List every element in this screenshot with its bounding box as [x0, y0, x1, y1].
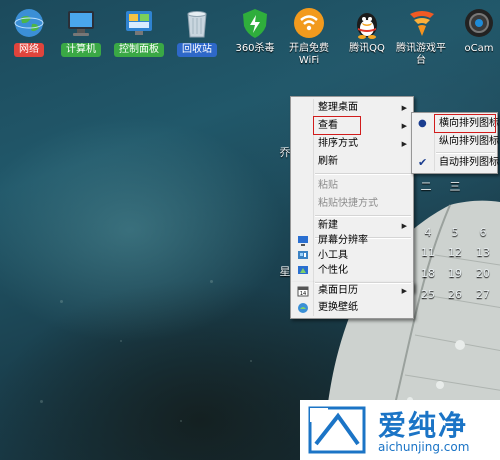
submenu-arrow-icon: ▶: [401, 104, 407, 112]
desktop-icon-label: 360杀毒: [235, 43, 275, 54]
desktop-icon-label: 网络: [14, 43, 44, 57]
desktop-icon-label: 腾讯QQ: [349, 43, 385, 54]
personalize-icon: [298, 266, 308, 274]
desktop-icon-label: 回收站: [177, 43, 217, 57]
svg-text:14: 14: [300, 291, 306, 297]
ocam-icon: [462, 6, 496, 40]
wallpaper-icon: [298, 303, 308, 313]
view-submenu: ● 横向排列图标 纵向排列图标 ✔ 自动排列图标: [411, 112, 499, 174]
wifi-icon: [292, 6, 326, 40]
calendar-date: 20: [476, 267, 490, 280]
desktop-icon-recycle-bin[interactable]: 回收站: [168, 6, 226, 57]
recycle-bin-icon: [180, 6, 214, 40]
checkmark-icon: ✔: [418, 156, 428, 169]
desktop-icon-games[interactable]: 腾讯游戏平台: [392, 6, 450, 67]
watermark-logo-icon: [308, 406, 366, 454]
desktop-icon-360[interactable]: 360杀毒: [226, 6, 284, 55]
calendar-date: 6: [479, 226, 487, 239]
submenu-item-auto-arrange[interactable]: ✔ 自动排列图标: [412, 154, 499, 172]
menu-item-paste-shortcut[interactable]: 粘贴快捷方式: [291, 195, 413, 213]
network-globe-icon: [12, 6, 46, 40]
submenu-arrow-icon: ▶: [401, 122, 407, 130]
desktop-icon-label: 计算机: [61, 43, 101, 57]
menu-item-change-wallpaper[interactable]: 更换壁纸: [291, 300, 413, 316]
menu-separator: [315, 173, 411, 175]
display-icon: [298, 236, 308, 246]
desktop-background[interactable]: 乔 二 三 星 4 5 6 11 12 13 18 19 20 25 26 27…: [0, 0, 500, 460]
desktop-icon-label: oCam: [464, 43, 494, 54]
calendar-date: 4: [424, 226, 432, 239]
desktop-icon-label: 控制面板: [114, 43, 164, 57]
desktop-context-menu-lower: 14 桌面日历 ▶ 更换壁纸: [290, 282, 414, 319]
calendar-date: 25: [421, 288, 435, 301]
desktop-icon-ocam[interactable]: oCam: [450, 6, 500, 55]
calendar-date: 12: [448, 246, 462, 259]
tencent-games-icon: [404, 6, 438, 40]
desktop-icon-qq[interactable]: 腾讯QQ: [338, 6, 396, 55]
calendar-date: 26: [448, 288, 462, 301]
horizontal-highlight-box: [434, 114, 496, 133]
radio-bullet-icon: ●: [418, 118, 427, 129]
calendar-date: 27: [476, 288, 490, 301]
menu-item-personalize[interactable]: 个性化: [291, 263, 413, 279]
desktop-icon-computer[interactable]: 计算机: [52, 6, 110, 57]
gadgets-icon: [298, 251, 308, 259]
qq-penguin-icon: [350, 6, 384, 40]
menu-item-sort-by[interactable]: 排序方式 ▶: [291, 135, 413, 153]
menu-item-arrange-desktop[interactable]: 整理桌面 ▶: [291, 99, 413, 117]
calendar-date: 13: [476, 246, 490, 259]
shield-360-icon: [238, 6, 272, 40]
submenu-arrow-icon: ▶: [401, 140, 407, 148]
submenu-arrow-icon: ▶: [401, 287, 407, 295]
calendar-day-label: 三: [449, 180, 461, 193]
desktop-icon-label: 腾讯游戏平台: [396, 43, 446, 66]
watermark-brand: 爱纯净: [378, 409, 469, 442]
watermark: 爱纯净 aichunjing.com: [300, 400, 500, 460]
desktop-icon-network[interactable]: 网络: [0, 6, 58, 57]
calendar-date: 18: [421, 267, 435, 280]
desktop-context-menu: 整理桌面 ▶ 查看 ▶ 排序方式 ▶ 刷新 粘贴 粘贴快捷方式 新建 ▶ 屏幕分辨率: [290, 96, 414, 292]
submenu-item-arrange-vertical[interactable]: 纵向排列图标: [412, 133, 499, 151]
calendar-date: 5: [451, 226, 459, 239]
desktop-icon-wifi[interactable]: 开启免费WiFi: [280, 6, 338, 67]
computer-monitor-icon: [64, 6, 98, 40]
watermark-url: aichunjing.com: [378, 440, 470, 454]
calendar-day-label: 二: [420, 180, 432, 193]
control-panel-icon: [122, 6, 156, 40]
view-highlight-box: [313, 116, 361, 135]
desktop-icon-control-panel[interactable]: 控制面板: [110, 6, 168, 57]
calendar-icon: 14: [297, 286, 309, 297]
calendar-date: 19: [448, 267, 462, 280]
menu-item-refresh[interactable]: 刷新: [291, 153, 413, 171]
menu-item-desktop-calendar[interactable]: 14 桌面日历 ▶: [291, 283, 413, 299]
menu-item-paste[interactable]: 粘贴: [291, 177, 413, 195]
calendar-date: 11: [421, 246, 435, 259]
desktop-icon-label: 开启免费WiFi: [289, 43, 329, 66]
